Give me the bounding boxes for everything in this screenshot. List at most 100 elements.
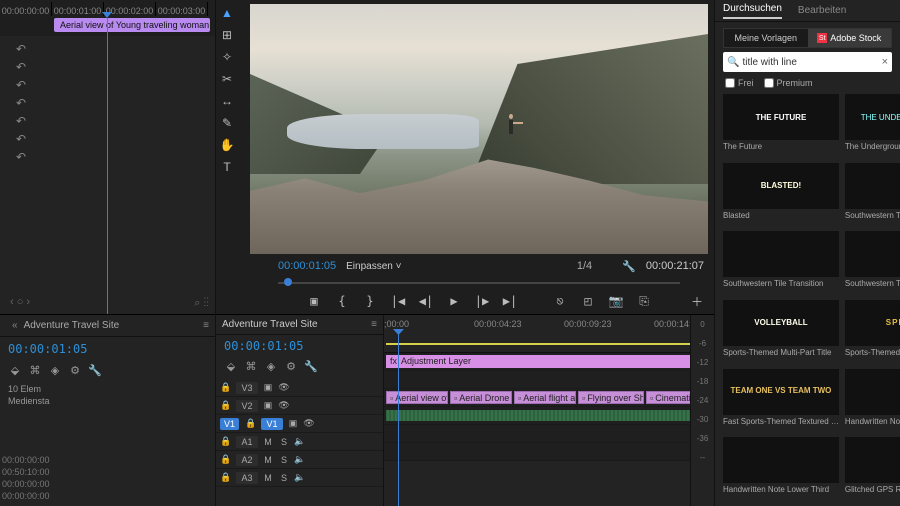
track-header-a3[interactable]: 🔒A3MS🔈 [216,469,383,487]
settings-icon[interactable]: ⚙ [68,363,82,377]
template-search[interactable]: 🔍 × [723,52,892,72]
track-header-v3[interactable]: 🔒V3▣👁 [216,379,383,397]
project-timecode[interactable]: 00:00:01:05 [8,342,87,356]
go-in-icon[interactable]: |◀ [389,292,407,310]
in-point-icon[interactable]: { [333,292,351,310]
hand-tool-icon[interactable]: ✋ [218,136,236,154]
lane-v3[interactable]: fxAdjustment Layer [384,353,714,371]
toggle-output-icon[interactable]: ▣ [287,418,299,429]
adobe-stock-toggle[interactable]: StAdobe Stock [808,29,892,47]
sequence-tab[interactable]: Adventure Travel Site≡ [216,315,383,335]
track-header-a1[interactable]: 🔒A1MS🔈 [216,433,383,451]
link-icon[interactable]: ⌘ [28,363,42,377]
solo-icon[interactable]: S [278,455,290,465]
template-thumb[interactable] [845,231,900,277]
video-clip[interactable]: ▫Aerial view of Young travel [386,391,448,404]
lane-a1[interactable] [384,407,714,425]
video-clip[interactable]: ▫Aerial Drone Shot One Perso [450,391,512,404]
out-point-icon[interactable]: } [361,292,379,310]
template-item[interactable]: Handwritten Note Lower Third [723,437,839,500]
track-header-v2[interactable]: 🔒V2▣👁 [216,397,383,415]
program-scrubber[interactable] [278,278,680,288]
lift-icon[interactable]: ⎋ [551,292,569,310]
template-thumb[interactable] [845,163,900,209]
panel-resize-icon[interactable]: ⌕ ⋮⋮ [194,297,209,310]
template-item[interactable]: TEAM ONE VS TEAM TWOFast Sports-Themed T… [723,369,839,432]
clear-search-icon[interactable]: × [882,56,888,68]
template-thumb[interactable]: THE UNDERGROUND [845,94,900,140]
lock-icon[interactable]: 🔒 [220,436,232,447]
work-area-bar[interactable] [386,343,708,345]
eye-icon[interactable]: 👁 [278,400,290,411]
template-item[interactable]: Southwestern Tile Lower Third [845,231,900,294]
template-item[interactable]: BLASTED!Blasted [723,163,839,226]
template-item[interactable]: Southwestern Tile Transition [723,231,839,294]
template-thumb[interactable] [723,437,839,483]
slip-tool-icon[interactable]: ↔ [218,92,236,110]
selection-tool-icon[interactable]: ▲ [218,4,236,22]
step-fwd-icon[interactable]: |▶ [473,292,491,310]
template-item[interactable]: THE UNDERGROUNDThe Underground [845,94,900,157]
program-tc-left[interactable]: 00:00:01:05 [278,260,336,272]
lock-icon[interactable]: 🔒 [220,400,232,411]
tab-prev-icon[interactable]: « [12,320,18,331]
tab-menu-icon[interactable]: ≡ [203,320,209,331]
template-thumb[interactable]: THE FUTURE [723,94,839,140]
lane-v2[interactable] [384,371,714,389]
template-thumb[interactable]: BLASTED! [723,163,839,209]
timeline-ruler[interactable]: ;00:00 00:00:04:23 00:00:09:23 00:00:14:… [384,315,714,353]
template-thumb[interactable] [723,231,839,277]
tab-browse[interactable]: Durchsuchen [723,3,782,19]
eye-icon[interactable]: 👁 [303,418,315,429]
extract-icon[interactable]: ◰ [579,292,597,310]
add-marker-icon[interactable]: ◈ [264,359,278,373]
template-item[interactable]: VOLLEYBALLSports-Themed Multi-Part Title [723,300,839,363]
template-item[interactable]: SPEEDSports-Themed Rolling Title T… [845,300,900,363]
step-back-icon[interactable]: ◀| [417,292,435,310]
project-tab[interactable]: « Adventure Travel Site ≡ [0,315,215,337]
wrench-icon[interactable]: 🔧 [622,260,636,273]
solo-icon[interactable]: S [278,473,290,483]
export-frame-icon[interactable]: 📷 [607,292,625,310]
snap-icon[interactable]: ⬙ [8,363,22,377]
adjustment-layer-clip[interactable]: fxAdjustment Layer [386,355,710,368]
lane-v1[interactable]: ▫Aerial view of Young travel▫Aerial Dron… [384,389,714,407]
template-thumb[interactable]: TEAM ONE VS TEAM TWO [723,369,839,415]
template-thumb[interactable]: SPEED [845,300,900,346]
template-item[interactable]: Handwritten Note Title [845,369,900,432]
template-thumb[interactable] [845,369,900,415]
track-select-tool-icon[interactable]: ⊞ [218,26,236,44]
timeline-body[interactable]: ;00:00 00:00:04:23 00:00:09:23 00:00:14:… [384,315,714,506]
template-thumb[interactable] [845,437,900,483]
resolution-dropdown[interactable]: 1/4 [577,260,592,272]
my-templates-toggle[interactable]: Meine Vorlagen [724,29,808,47]
track-header-v1[interactable]: V1🔒V1▣👁 [216,415,383,433]
toggle-output-icon[interactable]: ▣ [262,400,274,411]
template-source-toggle[interactable]: Meine Vorlagen StAdobe Stock [723,28,892,48]
template-item[interactable]: Southwestern Tile Title Seque… [845,163,900,226]
pen-tool-icon[interactable]: ✎ [218,114,236,132]
add-button-icon[interactable]: ＋ [688,292,706,310]
template-thumb[interactable]: VOLLEYBALL [723,300,839,346]
lock-icon[interactable]: 🔒 [220,454,232,465]
lane-a2[interactable] [384,425,714,443]
play-icon[interactable]: ▶ [445,292,463,310]
lane-a3[interactable] [384,443,714,461]
go-out-icon[interactable]: ▶| [501,292,519,310]
video-clip[interactable]: ▫Flying over Shwesandaw Pa [578,391,644,404]
fit-dropdown[interactable]: Einpassen ˅ [346,261,401,272]
eye-icon[interactable]: 👁 [278,382,290,393]
scrubber-playhead[interactable] [284,278,292,286]
timeline-timecode[interactable]: 00:00:01:05 [224,339,303,353]
lock-icon[interactable]: 🔒 [220,382,232,393]
tl-settings-icon[interactable]: ⚙ [284,359,298,373]
premium-checkbox[interactable]: Premium [764,78,813,88]
marker-icon[interactable]: ▣ [305,292,323,310]
track-header-a2[interactable]: 🔒A2MS🔈 [216,451,383,469]
link-sel-icon[interactable]: ⌘ [244,359,258,373]
source-clip-chip[interactable]: Aerial view of Young traveling woman wea… [54,18,210,32]
lock-icon[interactable]: 🔒 [220,472,232,483]
video-clip[interactable]: ▫Aerial flight above people h [514,391,576,404]
tl-wrench-icon[interactable]: 🔧 [304,359,318,373]
snap-icon[interactable]: ⬙ [224,359,238,373]
